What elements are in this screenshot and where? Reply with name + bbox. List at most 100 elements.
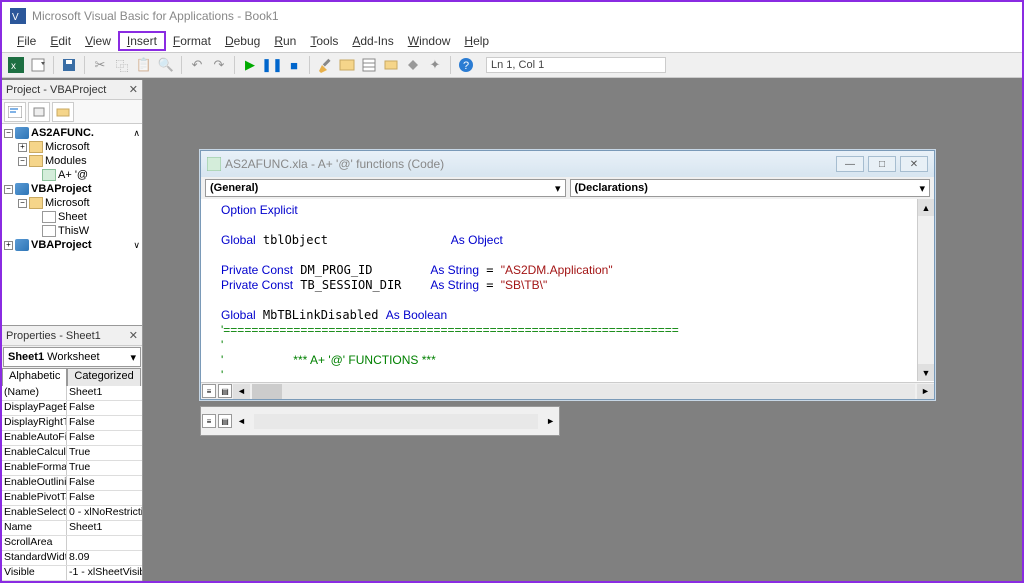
property-row[interactable]: EnableFormatConditionsCalculationTrue xyxy=(2,461,142,476)
property-value[interactable]: False xyxy=(67,431,142,445)
tree-label[interactable]: VBAProject xyxy=(31,239,92,251)
tree-label[interactable]: Microsoft xyxy=(45,197,90,209)
property-value[interactable]: -1 - xlSheetVisible xyxy=(67,566,142,580)
property-value[interactable] xyxy=(67,536,142,550)
close-icon[interactable]: ✕ xyxy=(129,83,138,96)
view-code-icon[interactable] xyxy=(4,102,26,122)
maximize-button[interactable]: □ xyxy=(868,156,896,172)
menu-add-ins[interactable]: Add-Ins xyxy=(345,32,400,50)
menu-help[interactable]: Help xyxy=(457,32,496,50)
redo-icon[interactable]: ↷ xyxy=(209,55,229,75)
property-row[interactable]: NameSheet1 xyxy=(2,521,142,536)
property-value[interactable]: True xyxy=(67,461,142,475)
tree-label[interactable]: Sheet xyxy=(58,211,87,223)
office-assistant-icon[interactable]: ✦ xyxy=(425,55,445,75)
tree-scroll-up[interactable]: ∧ xyxy=(133,128,140,139)
tree-label[interactable]: VBAProject xyxy=(31,183,92,195)
scroll-right-icon[interactable]: ► xyxy=(917,384,934,399)
stop-icon[interactable]: ■ xyxy=(284,55,304,75)
property-value[interactable]: False xyxy=(67,476,142,490)
collapse-icon[interactable]: − xyxy=(4,185,13,194)
minimize-button[interactable]: — xyxy=(836,156,864,172)
scroll-up-icon[interactable]: ▲ xyxy=(918,199,934,216)
copy-icon[interactable]: ⿻ xyxy=(112,55,132,75)
scroll-left-icon[interactable]: ◄ xyxy=(233,416,250,426)
run-icon[interactable]: ▶ xyxy=(240,55,260,75)
object-combo[interactable]: (General)▾ xyxy=(205,179,566,197)
tree-scroll-down[interactable]: ∨ xyxy=(133,240,140,251)
vertical-scrollbar[interactable]: ▲ ▼ xyxy=(917,199,934,381)
property-value[interactable]: 8.09 xyxy=(67,551,142,565)
close-icon[interactable]: ✕ xyxy=(129,329,138,342)
object-browser-icon[interactable] xyxy=(381,55,401,75)
tree-label[interactable]: AS2AFUNC. xyxy=(31,127,94,139)
menu-format[interactable]: Format xyxy=(166,32,218,50)
cut-icon[interactable]: ✂ xyxy=(90,55,110,75)
property-row[interactable]: EnablePivotTableFalse xyxy=(2,491,142,506)
property-row[interactable]: Visible-1 - xlSheetVisible xyxy=(2,566,142,581)
help-icon[interactable]: ? xyxy=(456,55,476,75)
find-icon[interactable]: 🔍 xyxy=(156,55,176,75)
scroll-down-icon[interactable]: ▼ xyxy=(918,364,934,381)
procedure-view-icon[interactable]: ≡ xyxy=(202,384,216,398)
tree-label[interactable]: ThisW xyxy=(58,225,89,237)
horizontal-scrollbar[interactable]: ≡ ▤ ◄ ► xyxy=(201,382,934,399)
scroll-thumb[interactable] xyxy=(252,384,282,399)
property-row[interactable]: (Name)Sheet1 xyxy=(2,386,142,401)
menu-run[interactable]: Run xyxy=(267,32,303,50)
view-object-icon[interactable] xyxy=(28,102,50,122)
collapse-icon[interactable]: − xyxy=(18,199,27,208)
scroll-track[interactable] xyxy=(252,384,915,399)
toggle-folders-icon[interactable] xyxy=(52,102,74,122)
menu-view[interactable]: View xyxy=(78,32,118,50)
menu-window[interactable]: Window xyxy=(401,32,458,50)
full-module-view-icon[interactable]: ▤ xyxy=(218,384,232,398)
property-value[interactable]: True xyxy=(67,446,142,460)
procedure-combo[interactable]: (Declarations)▾ xyxy=(570,179,931,197)
paste-icon[interactable]: 📋 xyxy=(134,55,154,75)
collapse-icon[interactable]: − xyxy=(4,129,13,138)
object-selector[interactable]: Sheet1 Worksheet ▾ xyxy=(3,347,141,367)
tree-label[interactable]: Microsoft xyxy=(45,141,90,153)
tree-label[interactable]: A+ '@ xyxy=(58,169,88,181)
insert-dropdown-icon[interactable] xyxy=(28,55,48,75)
project-explorer-icon[interactable] xyxy=(337,55,357,75)
save-icon[interactable] xyxy=(59,55,79,75)
view-excel-icon[interactable]: x xyxy=(6,55,26,75)
property-row[interactable]: DisplayPageBreaksFalse xyxy=(2,401,142,416)
properties-icon[interactable] xyxy=(359,55,379,75)
property-value[interactable]: 0 - xlNoRestrictions xyxy=(67,506,142,520)
collapse-icon[interactable]: − xyxy=(18,157,27,166)
scroll-right-icon[interactable]: ► xyxy=(542,416,559,426)
scroll-track[interactable] xyxy=(254,414,538,429)
property-value[interactable]: False xyxy=(67,416,142,430)
tree-label[interactable]: Modules xyxy=(45,155,87,167)
property-value[interactable]: False xyxy=(67,491,142,505)
undo-icon[interactable]: ↶ xyxy=(187,55,207,75)
menu-debug[interactable]: Debug xyxy=(218,32,267,50)
property-row[interactable]: DisplayRightToLeftFalse xyxy=(2,416,142,431)
property-row[interactable]: EnableSelection0 - xlNoRestrictions xyxy=(2,506,142,521)
project-tree[interactable]: −AS2AFUNC.∧ +Microsoft −Modules A+ '@ −V… xyxy=(2,124,142,325)
close-button[interactable]: ✕ xyxy=(900,156,928,172)
property-row[interactable]: ScrollArea xyxy=(2,536,142,551)
tab-alphabetic[interactable]: Alphabetic xyxy=(2,368,67,386)
full-module-view-icon[interactable]: ▤ xyxy=(218,414,232,428)
menu-insert[interactable]: Insert xyxy=(118,31,166,51)
menu-file[interactable]: File xyxy=(10,32,43,50)
code-window-titlebar[interactable]: AS2AFUNC.xla - A+ '@' functions (Code) —… xyxy=(201,151,934,177)
expand-icon[interactable]: + xyxy=(18,143,27,152)
property-row[interactable]: StandardWidth8.09 xyxy=(2,551,142,566)
menu-edit[interactable]: Edit xyxy=(43,32,78,50)
property-value[interactable]: Sheet1 xyxy=(67,521,142,535)
design-mode-icon[interactable] xyxy=(315,55,335,75)
property-value[interactable]: False xyxy=(67,401,142,415)
scroll-left-icon[interactable]: ◄ xyxy=(233,384,250,399)
menu-tools[interactable]: Tools xyxy=(303,32,345,50)
property-grid[interactable]: (Name)Sheet1DisplayPageBreaksFalseDispla… xyxy=(2,386,142,581)
expand-icon[interactable]: + xyxy=(4,241,13,250)
procedure-view-icon[interactable]: ≡ xyxy=(202,414,216,428)
toolbox-icon[interactable] xyxy=(403,55,423,75)
property-row[interactable]: EnableAutoFilterFalse xyxy=(2,431,142,446)
property-row[interactable]: EnableOutliningFalse xyxy=(2,476,142,491)
